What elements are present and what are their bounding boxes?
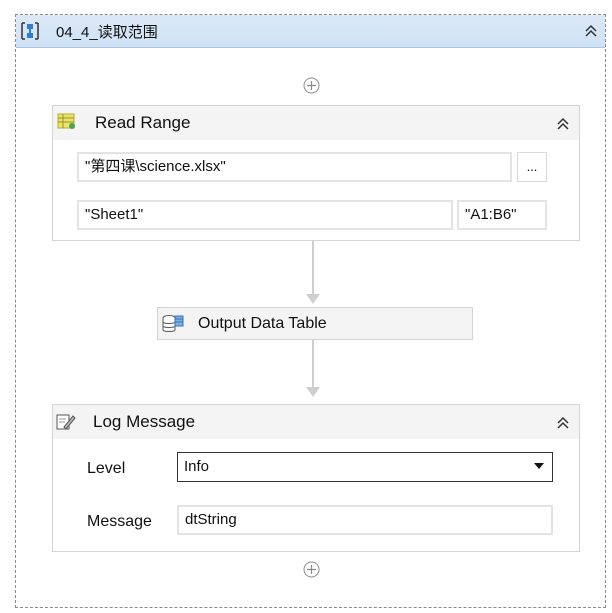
sequence-icon xyxy=(21,22,39,40)
chevron-down-icon xyxy=(534,463,544,469)
log-message-title: Log Message xyxy=(93,412,196,431)
add-activity-bottom-icon[interactable] xyxy=(303,561,320,578)
log-note-icon xyxy=(56,414,76,430)
sheet-name-input[interactable]: "Sheet1" xyxy=(77,200,453,230)
sequence-container: 04_4_读取范围 Read Range "第四课\science.xlsx" … xyxy=(15,14,606,608)
read-range-title: Read Range xyxy=(95,113,191,132)
range-input[interactable]: "A1:B6" xyxy=(457,200,547,230)
flow-arrow-icon xyxy=(306,387,320,397)
log-message-activity[interactable]: Log Message Level Info Message dtString xyxy=(52,404,580,552)
output-data-table-title: Output Data Table xyxy=(198,315,327,332)
level-label: Level xyxy=(87,460,126,477)
database-table-icon xyxy=(162,315,184,332)
double-chevron-up-icon[interactable] xyxy=(556,416,570,430)
workbook-path-input[interactable]: "第四课\science.xlsx" xyxy=(77,152,512,182)
flow-arrow-icon xyxy=(306,294,320,304)
connector-line xyxy=(312,340,314,389)
add-activity-top-icon[interactable] xyxy=(303,77,320,94)
level-select[interactable]: Info xyxy=(177,452,553,482)
output-data-table-activity[interactable]: Output Data Table xyxy=(157,307,473,340)
excel-read-range-icon xyxy=(57,113,75,129)
browse-button[interactable]: ... xyxy=(517,152,547,182)
sequence-title: 04_4_读取范围 xyxy=(56,24,158,41)
read-range-header: Read Range xyxy=(53,106,579,140)
double-chevron-up-icon[interactable] xyxy=(584,24,598,38)
log-message-header: Log Message xyxy=(53,405,579,439)
level-select-value: Info xyxy=(184,458,210,475)
double-chevron-up-icon[interactable] xyxy=(556,117,570,131)
sequence-header[interactable]: 04_4_读取范围 xyxy=(16,15,605,48)
message-input[interactable]: dtString xyxy=(177,505,553,535)
connector-line xyxy=(312,241,314,296)
message-label: Message xyxy=(87,513,152,530)
read-range-activity[interactable]: Read Range "第四课\science.xlsx" ... "Sheet… xyxy=(52,105,580,241)
